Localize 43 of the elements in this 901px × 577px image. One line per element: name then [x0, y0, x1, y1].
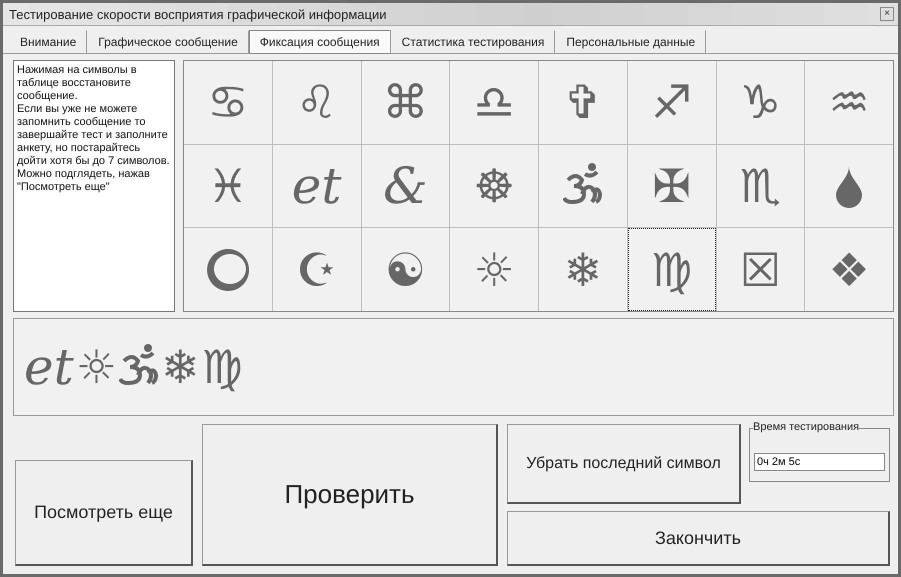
symbol-cell[interactable]: ♌: [272, 61, 360, 144]
instruction-text: Нажимая на символы в таблице восстановите сообщение.: [17, 64, 138, 103]
window-title: Тестирование скорости восприятия графической информации: [9, 6, 387, 22]
peek-button[interactable]: Посмотреть еще: [15, 460, 193, 566]
symbol-cell[interactable]: &: [362, 144, 450, 228]
instruction-text: Если вы уже не можете запомнить сообщение то завершайте тест и заполните анкету, но постарайтесь дойти хотя бы до 7 символов.: [17, 103, 171, 168]
symbol-cell[interactable]: [184, 228, 272, 311]
instruction-text: Можно подглядеть, нажав "Посмотреть еще": [17, 168, 151, 194]
symbol-cell[interactable]: ✞: [539, 61, 627, 144]
tab[interactable]: Статистика тестирования: [390, 30, 556, 54]
symbol-cell[interactable]: ♍: [628, 228, 716, 311]
symbol: ♍: [201, 344, 243, 390]
symbol: et: [24, 342, 74, 392]
symbol-cell[interactable]: ☪: [272, 228, 360, 311]
finish-button[interactable]: Закончить: [507, 511, 890, 566]
symbol-cell[interactable]: ♋: [184, 61, 272, 144]
timer-label: Время тестирования: [753, 421, 860, 433]
symbol-cell[interactable]: [539, 144, 627, 228]
symbol-cell[interactable]: ☸: [450, 144, 538, 228]
timer-field[interactable]: 0ч 2м 5с: [754, 453, 885, 471]
symbol-cell[interactable]: ✠: [628, 144, 716, 228]
symbol-cell[interactable]: ♎: [450, 61, 538, 144]
tab[interactable]: Фиксация сообщения: [248, 30, 391, 54]
symbol: ☼: [76, 344, 117, 390]
close-button[interactable]: ×: [880, 7, 894, 21]
symbol-cell[interactable]: ☒: [716, 228, 804, 311]
symbol-cell[interactable]: ☯: [362, 228, 450, 311]
symbol: ❄: [160, 344, 200, 390]
symbol-cell[interactable]: ♓: [184, 144, 272, 228]
remove-last-button[interactable]: Убрать последний символ: [507, 424, 741, 504]
symbol-cell[interactable]: et: [272, 144, 360, 228]
symbol-cell[interactable]: ❖: [805, 228, 893, 311]
symbol-cell[interactable]: ☼: [450, 228, 538, 311]
tab[interactable]: Персональные данные: [555, 30, 706, 54]
tab[interactable]: Внимание: [9, 30, 88, 54]
symbol-cell[interactable]: ♐: [628, 61, 716, 144]
check-button[interactable]: Проверить: [202, 424, 498, 566]
symbol-cell[interactable]: ♒: [805, 61, 893, 144]
symbol-cell[interactable]: ❄: [539, 228, 627, 311]
symbol-cell[interactable]: ⌘: [362, 61, 450, 144]
symbol-cell[interactable]: ♑: [716, 61, 804, 144]
symbol-cell[interactable]: ♏: [716, 144, 804, 228]
symbol-cell[interactable]: [805, 144, 893, 228]
